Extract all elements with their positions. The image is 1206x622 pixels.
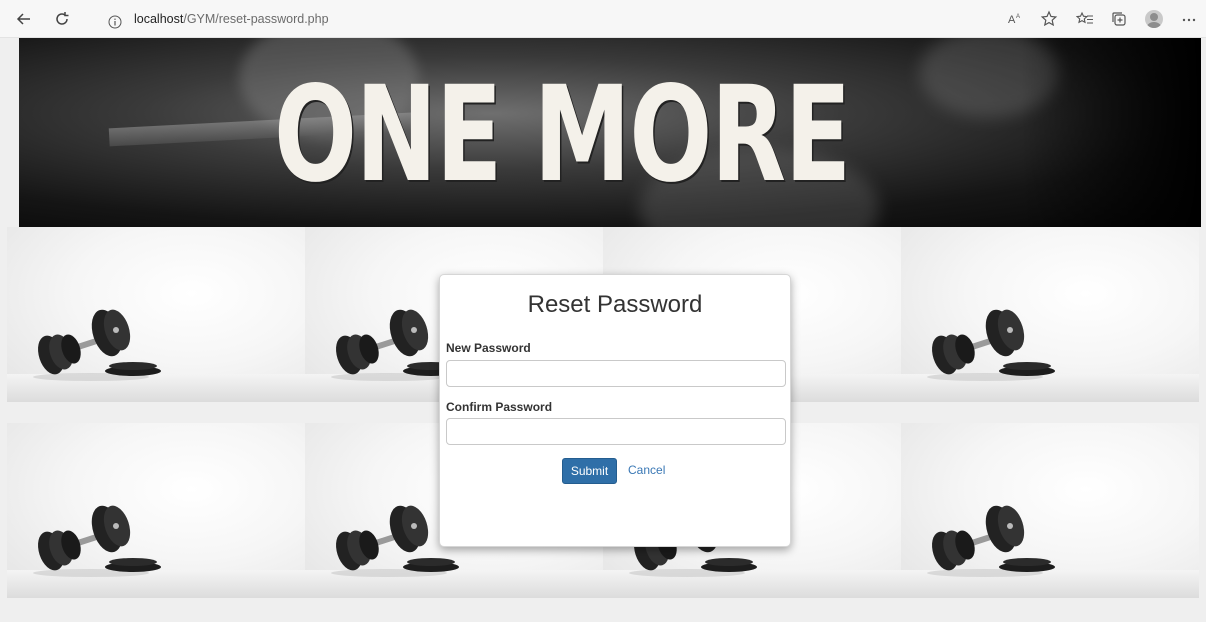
dumbbell-icon [927, 505, 1055, 577]
page-body: ONE MORE Reset Password New Password Con… [0, 38, 1206, 622]
banner-title: ONE MORE [274, 58, 851, 212]
cancel-link[interactable]: Cancel [628, 463, 665, 477]
dumbbell-icon [33, 505, 161, 577]
confirm-password-input[interactable] [446, 418, 786, 445]
dumbbell-icon [927, 309, 1055, 381]
refresh-icon[interactable] [52, 9, 72, 29]
browser-toolbar: localhost/GYM/reset-password.php AA [0, 0, 1206, 38]
address-bar[interactable]: localhost/GYM/reset-password.php [88, 6, 988, 32]
svg-text:A: A [1008, 14, 1016, 26]
collections-icon[interactable] [1110, 10, 1128, 28]
url-text: localhost/GYM/reset-password.php [134, 6, 329, 32]
profile-avatar-icon[interactable] [1145, 10, 1163, 28]
dumbbell-icon [331, 505, 459, 577]
hero-banner: ONE MORE [19, 38, 1201, 227]
background-tile [901, 227, 1199, 402]
favorites-icon[interactable] [1076, 10, 1094, 28]
new-password-input[interactable] [446, 360, 786, 387]
background-tile [7, 227, 305, 402]
submit-button[interactable]: Submit [562, 458, 617, 484]
read-aloud-icon[interactable]: AA [1007, 10, 1025, 28]
dumbbell-icon [331, 309, 459, 381]
reset-password-dialog: Reset Password New Password Confirm Pass… [439, 274, 791, 547]
background-tile [901, 423, 1199, 598]
background-tile [7, 423, 305, 598]
back-arrow-icon[interactable] [14, 9, 34, 29]
dumbbell-icon [33, 309, 161, 381]
more-options-icon[interactable] [1180, 10, 1198, 28]
banner-shade [1021, 38, 1201, 227]
url-path: /GYM/reset-password.php [183, 12, 329, 26]
dialog-title: Reset Password [527, 291, 703, 318]
confirm-password-label: Confirm Password [446, 400, 553, 414]
svg-text:A: A [1016, 14, 1020, 20]
new-password-label: New Password [446, 341, 531, 355]
info-icon[interactable] [108, 12, 122, 29]
url-host: localhost [134, 12, 184, 26]
add-favorite-icon[interactable] [1040, 10, 1058, 28]
